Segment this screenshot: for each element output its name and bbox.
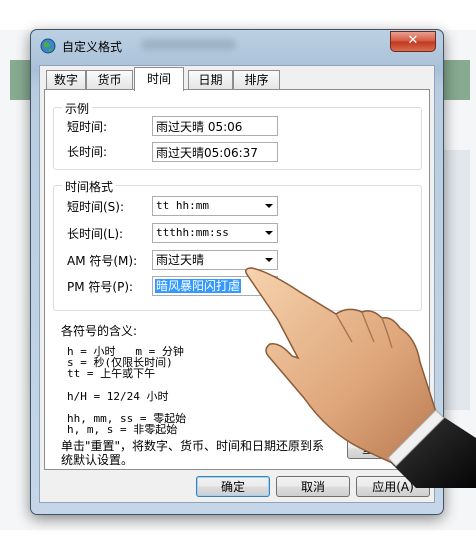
tab-sort[interactable]: 排序 bbox=[233, 70, 280, 90]
am-symbol-value: 雨过天晴 bbox=[156, 253, 205, 267]
pm-symbol-label: PM 符号(P): bbox=[67, 280, 134, 294]
symbol-meaning-text: h = 小时 m = 分钟 s = 秒(仅限长时间) tt = 上午或下午 bbox=[67, 345, 184, 380]
symbol-meaning-heading: 各符号的含义: bbox=[61, 324, 138, 338]
short-time-format-value: tt hh:mm bbox=[156, 199, 209, 212]
dropdown-arrow-icon bbox=[265, 204, 273, 208]
short-time-format-label: 短时间(S): bbox=[67, 200, 125, 214]
background-decoration bbox=[440, 60, 470, 100]
example-group-title: 示例 bbox=[62, 100, 93, 117]
symbol-meaning-text: h/H = 12/24 小时 bbox=[67, 390, 169, 403]
close-button[interactable]: ✕ bbox=[390, 31, 436, 52]
blurred-title-text bbox=[141, 39, 236, 50]
example-short-time-label: 短时间: bbox=[67, 120, 108, 134]
long-time-format-value: ttthh:mm:ss bbox=[156, 226, 229, 239]
region-globe-icon bbox=[40, 38, 56, 54]
short-time-format-dropdown[interactable]: tt hh:mm bbox=[152, 196, 278, 216]
example-long-time-label: 长时间: bbox=[67, 145, 108, 159]
tab-date[interactable]: 日期 bbox=[188, 70, 233, 90]
tab-number[interactable]: 数字 bbox=[46, 70, 86, 90]
long-time-format-dropdown[interactable]: ttthh:mm:ss bbox=[152, 223, 278, 243]
example-short-time-field: 雨过天晴 05:06 bbox=[152, 116, 278, 136]
am-symbol-label: AM 符号(M): bbox=[67, 254, 138, 268]
tab-time[interactable]: 时间 bbox=[134, 67, 184, 91]
tab-currency[interactable]: 货币 bbox=[86, 70, 133, 90]
time-format-group-title: 时间格式 bbox=[62, 178, 117, 195]
long-time-format-label: 长时间(L): bbox=[67, 227, 124, 241]
pm-symbol-value[interactable]: 暗风暴阳闪打虐 bbox=[155, 279, 242, 293]
example-long-time-field: 雨过天晴05:06:37 bbox=[152, 142, 278, 162]
dropdown-arrow-icon bbox=[265, 231, 273, 235]
window-title: 自定义格式 bbox=[62, 40, 123, 54]
pointing-hand-icon bbox=[245, 267, 476, 488]
symbol-meaning-text: hh, mm, ss = 零起始 h, m, s = 非零起始 bbox=[67, 412, 187, 436]
reset-description-line2: 统默认设置。 bbox=[61, 453, 134, 467]
title-bar[interactable]: 自定义格式 ✕ bbox=[31, 30, 443, 60]
